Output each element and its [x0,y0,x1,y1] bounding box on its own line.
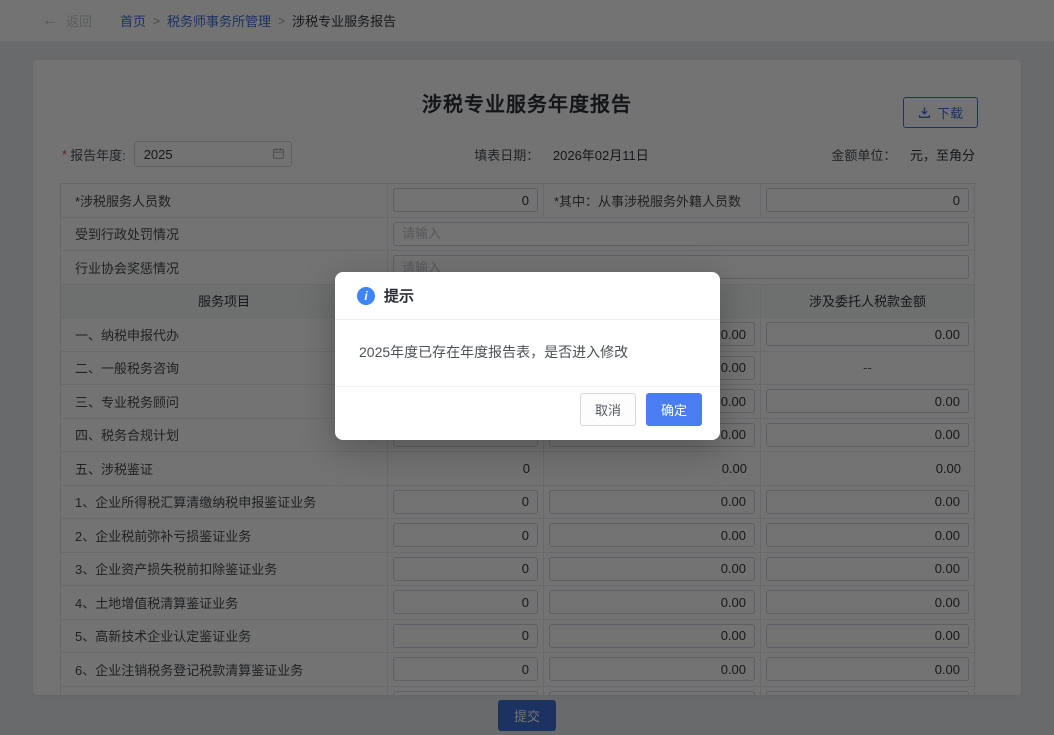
confirm-dialog: i 提示 2025年度已存在年度报告表，是否进入修改 取消 确定 [335,272,720,440]
info-icon: i [357,287,375,305]
dialog-title: 提示 [384,285,414,306]
dialog-header: i 提示 [335,272,720,320]
dialog-footer: 取消 确定 [335,386,720,440]
cancel-button[interactable]: 取消 [580,393,636,426]
dialog-message: 2025年度已存在年度报告表，是否进入修改 [335,320,720,386]
confirm-button[interactable]: 确定 [646,393,702,426]
